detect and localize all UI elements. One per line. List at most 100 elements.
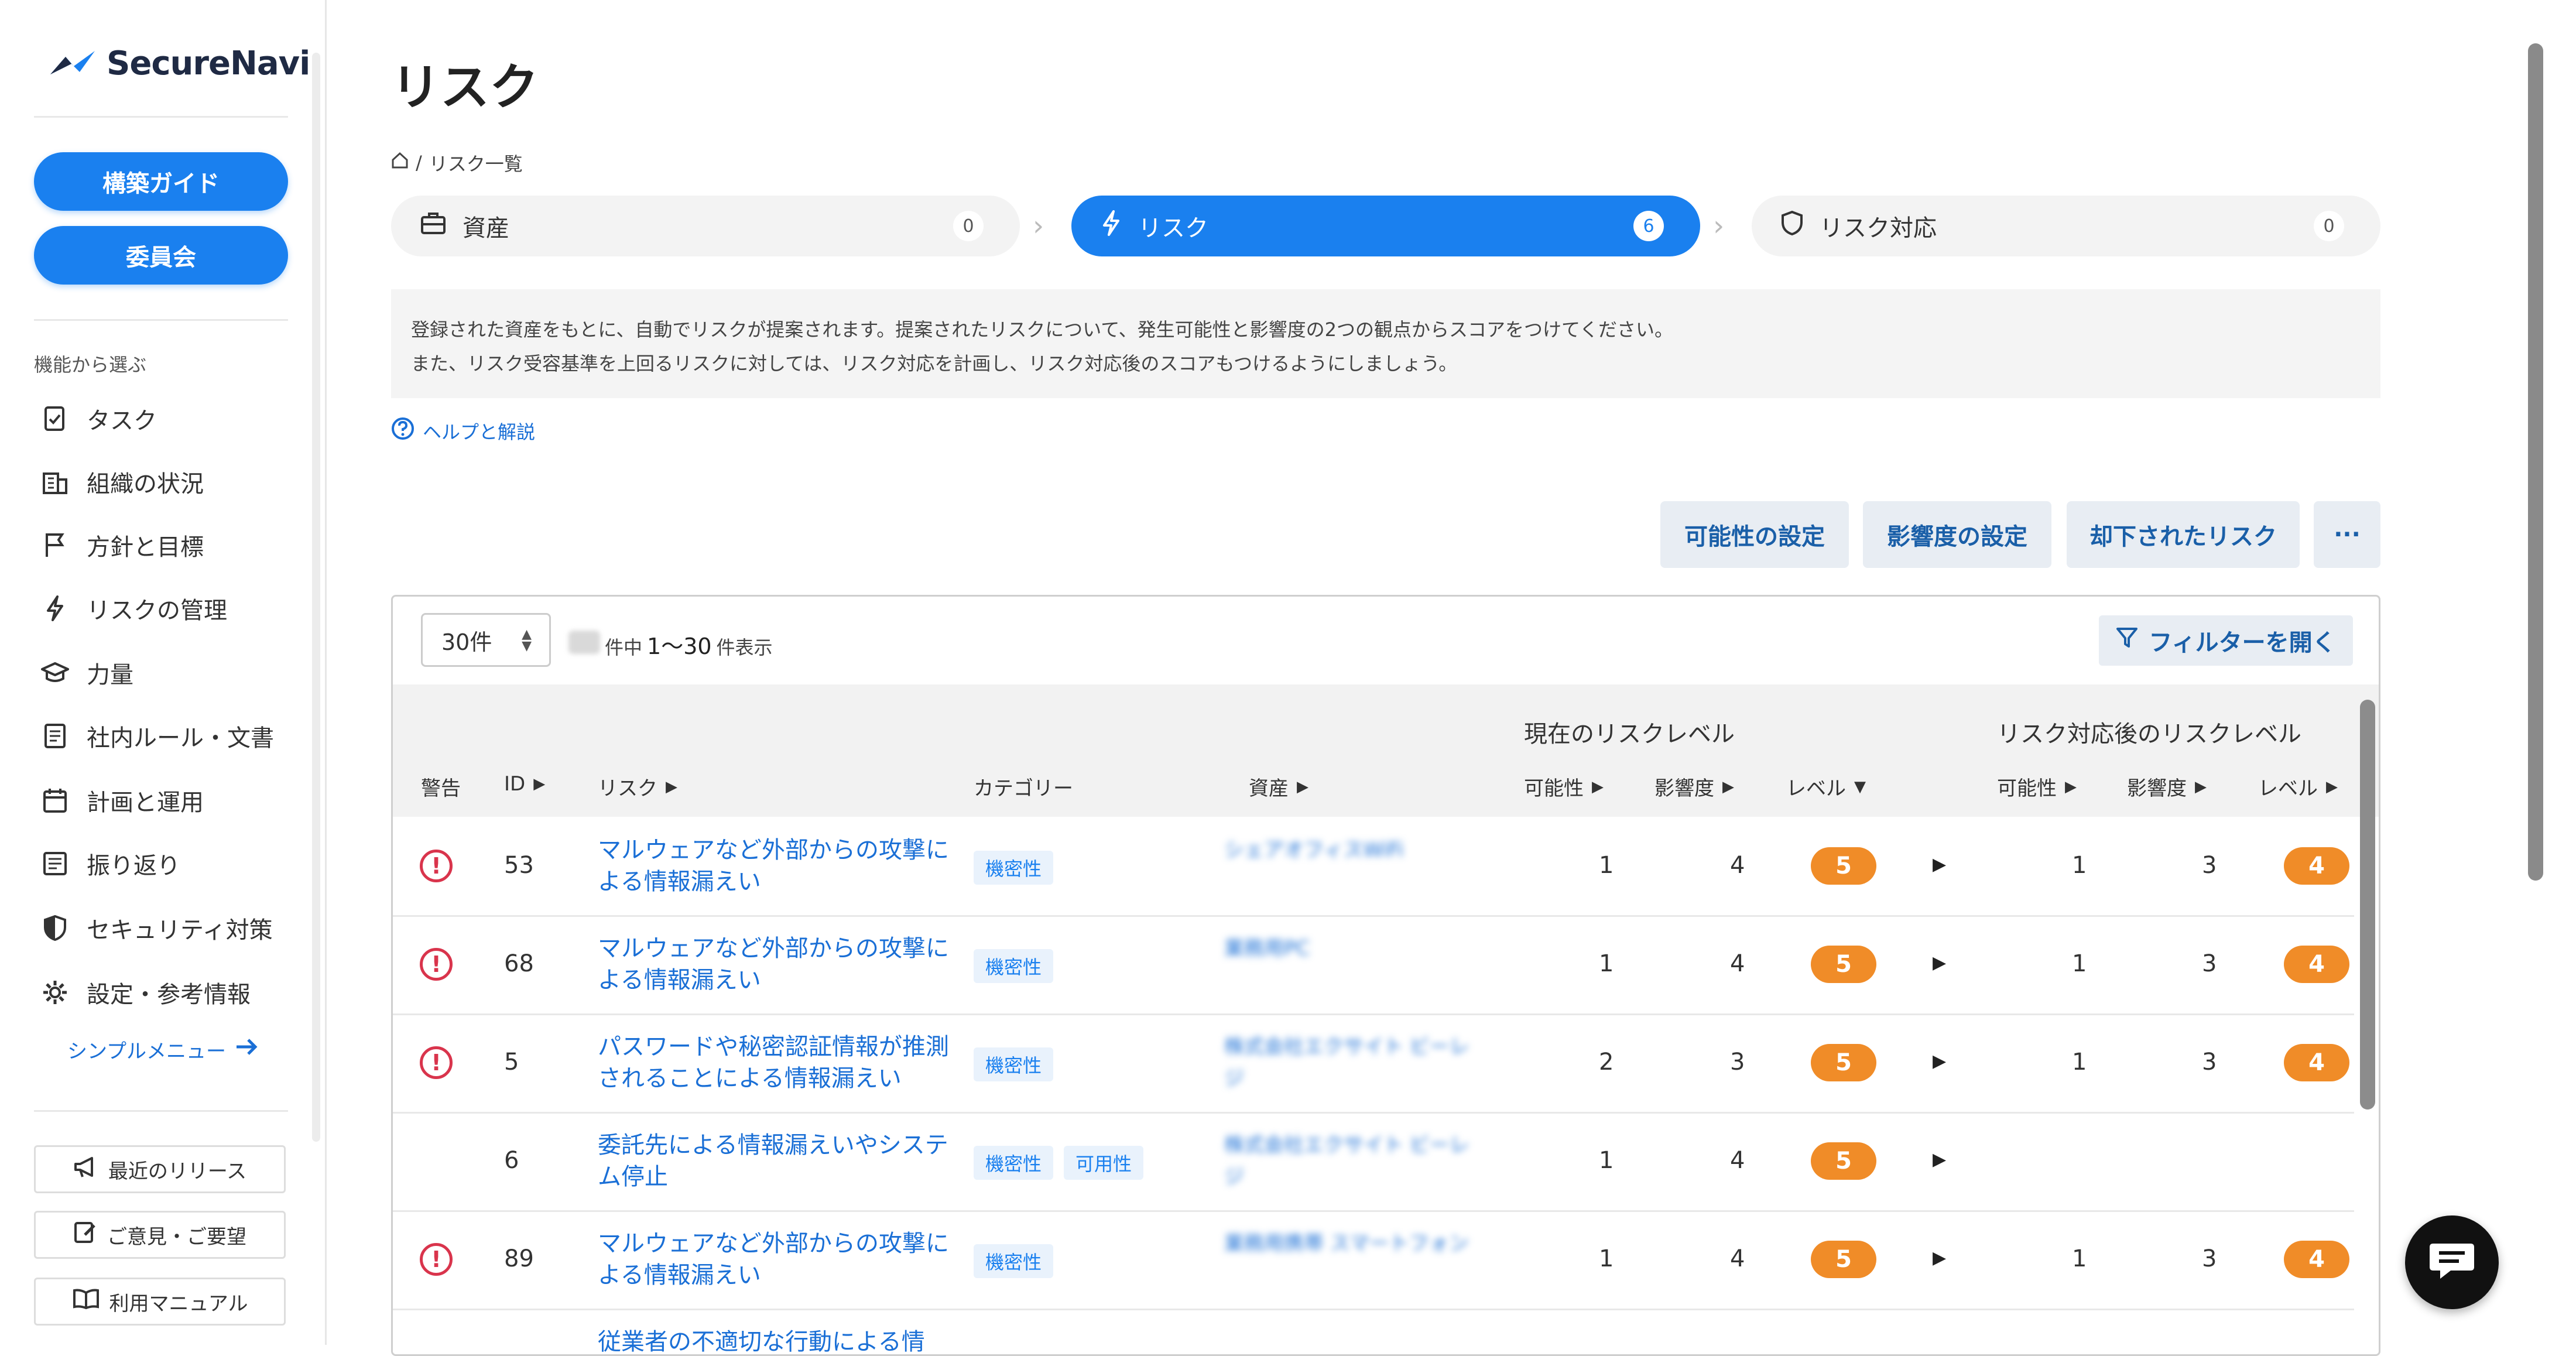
table-row[interactable]: ! 53 マルウェアなど外部からの攻撃による情報漏えい 機密性 シェアオフィスWiFi 1…	[393, 817, 2354, 917]
chat-button[interactable]	[2405, 1215, 2499, 1309]
per-page-select[interactable]: 30件 ▲ ▼	[421, 613, 551, 667]
current-impact: 4	[1730, 1147, 1745, 1174]
caret-right-icon[interactable]: ▶	[1933, 1051, 1946, 1071]
sidebar-item-planning[interactable]: 計画と運用	[41, 780, 204, 821]
risk-id: 5	[504, 1049, 519, 1076]
breadcrumb: / リスク一覧	[391, 149, 523, 176]
simple-menu-link[interactable]: シンプルメニュー	[67, 1035, 259, 1064]
risk-id: 89	[504, 1245, 534, 1272]
sidebar-item-review[interactable]: 振り返り	[41, 843, 180, 884]
col-after-impact[interactable]: 影響度 ▶	[2127, 772, 2207, 801]
sidebar-item-label: タスク	[87, 408, 157, 434]
sidebar-item-tasks[interactable]: タスク	[41, 398, 157, 439]
col-cur-level[interactable]: レベル ▼	[1786, 772, 1866, 801]
caret-right-icon[interactable]: ▶	[1933, 1248, 1946, 1268]
col-after-likelihood[interactable]: 可能性 ▶	[1997, 772, 2077, 801]
sidebar-item-label: 力量	[87, 662, 133, 689]
user-manual-label: 利用マニュアル	[109, 1292, 248, 1316]
total-suffix: 件中	[605, 636, 643, 659]
table-header: 現在のリスクレベル リスク対応後のリスクレベル 警告 ID ▶ リスク ▶ カテゴリ…	[393, 684, 2379, 817]
risk-title-link[interactable]: マルウェアなど外部からの攻撃による情報漏えい	[598, 834, 949, 898]
more-options-button[interactable]: ···	[2314, 501, 2380, 568]
logo[interactable]: SecureNavi	[48, 40, 310, 87]
col-cur-likelihood[interactable]: 可能性 ▶	[1524, 772, 1604, 801]
sidebar-scrollbar[interactable]	[312, 53, 320, 1142]
caret-right-icon[interactable]: ▶	[1933, 1149, 1946, 1170]
risk-title-link[interactable]: 委託先による情報漏えいやシステム停止	[598, 1129, 949, 1193]
category-tag: 機密性	[974, 851, 1054, 885]
divider	[34, 319, 288, 321]
asset-link[interactable]: 株式会社エクサイト ビーレジ	[1224, 1031, 1470, 1094]
risk-title-link[interactable]: マルウェアなど外部からの攻撃による情報漏えい	[598, 1228, 949, 1291]
current-likelihood: 1	[1599, 852, 1614, 879]
current-impact: 4	[1730, 852, 1745, 879]
asset-link[interactable]: 業務用携帯 スマートフォン	[1224, 1228, 1470, 1259]
divider	[34, 1110, 288, 1112]
risk-table-card: 30件 ▲ ▼ 件中 1〜30 件表示 フィルターを開く 現在のリスクレベル リス…	[391, 595, 2380, 1356]
sidebar-item-policy[interactable]: 方針と目標	[41, 525, 204, 566]
review-icon	[41, 850, 69, 878]
chevron-right-icon: ›	[1713, 210, 1725, 242]
impact-settings-button[interactable]: 影響度の設定	[1863, 501, 2051, 568]
calendar-icon	[41, 786, 69, 814]
step-risks[interactable]: リスク 6	[1071, 196, 1700, 256]
table-scrollbar[interactable]	[2360, 700, 2375, 1110]
likelihood-settings-button[interactable]: 可能性の設定	[1660, 501, 1849, 568]
risk-id: 6	[504, 1147, 519, 1174]
asset-link[interactable]: 業務用PC	[1224, 933, 1470, 964]
caret-right-icon[interactable]: ▶	[1933, 953, 1946, 973]
graduation-cap-icon	[41, 659, 69, 687]
asset-link[interactable]: 株式会社エクサイト ビーレジ	[1224, 1129, 1470, 1193]
caret-right-icon[interactable]: ▶	[1933, 854, 1946, 875]
help-link[interactable]: ヘルプと解説	[391, 417, 535, 445]
home-icon[interactable]	[391, 152, 409, 174]
per-page-value: 30件	[441, 629, 492, 655]
table-row[interactable]: 6 委託先による情報漏えいやシステム停止 機密性 可用性 株式会社エクサイト ビーレジ 1…	[393, 1112, 2354, 1212]
sort-icon: ▶	[1722, 778, 1734, 796]
feedback-button[interactable]: ご意見・ご要望	[34, 1211, 286, 1259]
info-line: 登録された資産をもとに、自動でリスクが提案されます。提案されたリスクについて、発…	[411, 319, 1674, 341]
category-cell: 機密性	[974, 1244, 1064, 1278]
risk-title-link[interactable]: マルウェアなど外部からの攻撃による情報漏えい	[598, 933, 949, 996]
committee-button[interactable]: 委員会	[34, 226, 288, 285]
risk-title-link[interactable]: 従業者の不適切な行動による情	[598, 1326, 949, 1354]
table-row[interactable]: ! 68 マルウェアなど外部からの攻撃による情報漏えい 機密性 業務用PC 1 4 5 ▶ 1 3 4	[393, 915, 2354, 1015]
asset-link[interactable]: シェアオフィスWiFi	[1224, 834, 1470, 866]
table-row[interactable]: ! 89 マルウェアなど外部からの攻撃による情報漏えい 機密性 業務用携帯 スマートフォ…	[393, 1210, 2354, 1310]
sidebar-item-risk-management[interactable]: リスクの管理	[41, 588, 227, 629]
col-cur-impact[interactable]: 影響度 ▶	[1654, 772, 1734, 801]
after-impact: 3	[2202, 950, 2217, 977]
user-manual-button[interactable]: 利用マニュアル	[34, 1278, 286, 1326]
after-likelihood: 1	[2072, 1245, 2087, 1272]
after-level-badge: 4	[2284, 1044, 2349, 1081]
rejected-risks-button[interactable]: 却下されたリスク	[2067, 501, 2300, 568]
page-title: リスク	[391, 59, 539, 116]
step-risk-treatment[interactable]: リスク対応 0	[1752, 196, 2380, 256]
build-guide-button[interactable]: 構築ガイド	[34, 152, 288, 211]
risk-title-link[interactable]: パスワードや秘密認証情報が推測されることによる情報漏えい	[598, 1031, 949, 1094]
sidebar-item-security[interactable]: セキュリティ対策	[41, 908, 273, 948]
step-label: 資産	[463, 215, 509, 242]
breadcrumb-current: リスク一覧	[429, 153, 523, 175]
open-filter-button[interactable]: フィルターを開く	[2099, 615, 2353, 666]
sidebar-item-competence[interactable]: 力量	[41, 652, 133, 693]
col-asset[interactable]: 資産 ▶	[1249, 772, 1308, 801]
bolt-icon	[41, 594, 69, 622]
sidebar-item-settings[interactable]: 設定・参考情報	[41, 972, 251, 1013]
table-row[interactable]: ! 5 パスワードや秘密認証情報が推測されることによる情報漏えい 機密性 株式会社エクサ…	[393, 1013, 2354, 1114]
document-icon	[41, 722, 69, 750]
sort-icon: ▶	[2195, 778, 2207, 796]
current-likelihood: 1	[1599, 950, 1614, 977]
sidebar-item-organization[interactable]: 組織の状況	[41, 461, 204, 502]
arrow-right-icon	[235, 1036, 259, 1063]
step-assets[interactable]: 資産 0	[391, 196, 1020, 256]
page-scrollbar[interactable]	[2528, 43, 2543, 881]
shield-outline-icon	[1781, 210, 1803, 242]
sidebar-item-rules-documents[interactable]: 社内ルール・文書	[41, 715, 274, 756]
table-row[interactable]: 従業者の不適切な行動による情	[393, 1309, 2354, 1354]
col-after-level[interactable]: レベル ▶	[2258, 772, 2338, 801]
recent-releases-button[interactable]: 最近のリリース	[34, 1145, 286, 1193]
col-id[interactable]: ID ▶	[504, 772, 545, 796]
col-risk[interactable]: リスク ▶	[598, 772, 677, 801]
sidebar-item-label: 計画と運用	[87, 789, 204, 816]
